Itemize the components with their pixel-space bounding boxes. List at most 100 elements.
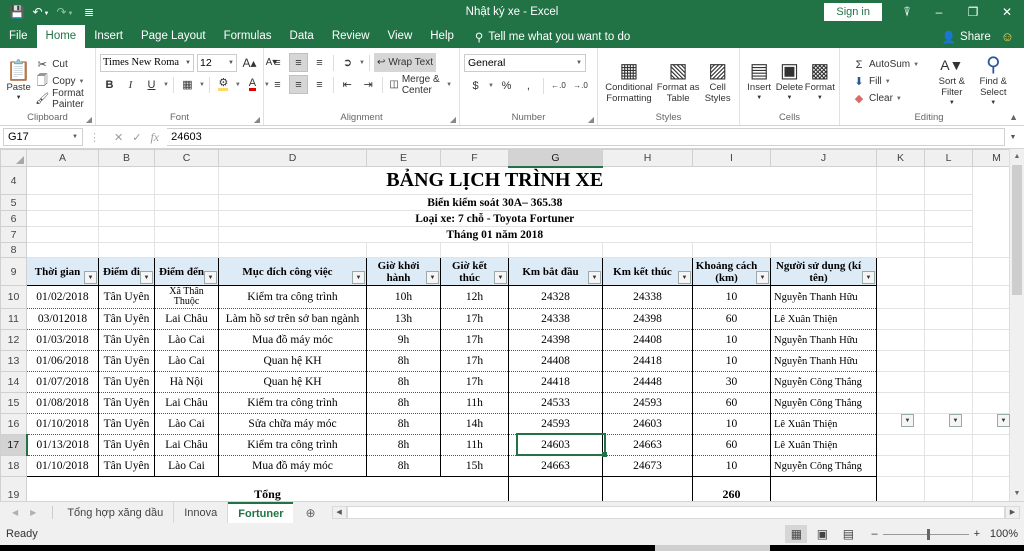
row-header-12[interactable]: 12 [0,329,27,351]
cell-k15[interactable] [876,392,925,414]
cell-km-ket-thuc[interactable]: 24448 [602,371,693,393]
cell-k10[interactable] [876,285,925,309]
fill-color-button[interactable]: ⚙ [214,75,233,94]
cell-diem-di[interactable]: Tân Uyên [98,350,155,372]
sort-filter-button[interactable]: A▼ Sort & Filter ▼ [931,54,972,109]
cell-a7[interactable] [26,226,99,243]
cell-km-ket-thuc[interactable]: 24603 [602,413,693,435]
borders-button[interactable]: ▦ [178,75,197,94]
cell-gio-khoi-hanh[interactable]: 8h [366,455,441,477]
align-bottom-button[interactable]: ≡ [310,53,329,72]
align-right-button[interactable]: ≡ [310,75,329,94]
cell-khoang-cach[interactable]: 10 [692,350,771,372]
select-all-button[interactable] [0,149,27,167]
decrease-decimal-button[interactable]: →.0 [571,76,590,95]
zoom-out-button[interactable]: – [871,528,877,540]
cell-thoi-gian[interactable]: 01/02/2018 [26,285,99,309]
cell-styles-button[interactable]: ▨ Cell Styles [700,60,735,104]
formula-input[interactable]: 24603 [167,128,1005,146]
align-middle-button[interactable]: ≡ [289,53,308,72]
vertical-scrollbar[interactable]: ▲ ▼ [1009,149,1024,501]
share-button[interactable]: 👤 Share [942,30,991,44]
cell-diem-den[interactable]: Lào Cai [154,329,219,351]
filter-dropdown-icon[interactable]: ▼ [678,271,691,284]
tab-file[interactable]: File [0,25,37,48]
total-value[interactable]: 260 [692,476,771,501]
column-header-f[interactable]: F [440,149,509,167]
cell-k8[interactable] [876,242,925,258]
row-header-16[interactable]: 16 [0,413,27,435]
filter-dropdown-icon-m[interactable]: ▼ [997,414,1010,427]
cell-g8[interactable] [508,242,603,258]
decrease-indent-button[interactable]: ⇤ [338,75,357,94]
cell-b7[interactable] [98,226,155,243]
align-left-button[interactable]: ≡ [268,75,287,94]
cell-m5[interactable] [924,194,973,211]
cell-k12[interactable] [876,329,925,351]
insert-cells-button[interactable]: ▤ Insert ▼ [744,60,774,104]
cell-km-bat-dau[interactable]: 24593 [508,413,603,435]
zoom-track[interactable] [882,528,969,540]
cell-nguoi-su-dung-total[interactable] [770,476,877,501]
zoom-slider[interactable]: – + [871,528,980,540]
cell-khoang-cach[interactable]: 10 [692,455,771,477]
cell-k4[interactable] [770,166,877,195]
sheet-subtitle-plate[interactable]: Biển kiểm soát 30A– 365.38 [218,194,771,211]
column-header-g[interactable]: G [508,149,603,168]
tab-view[interactable]: View [379,25,422,48]
cell-k6[interactable] [770,210,877,227]
cell-diem-den[interactable]: Lào Cai [154,413,219,435]
row-header-7[interactable]: 7 [0,226,27,243]
chevron-right-icon[interactable]: ▶ [30,508,36,517]
customize-qat-icon[interactable]: ≣ [78,2,100,22]
chevron-down-icon[interactable]: ▼ [163,82,169,88]
column-header-l[interactable]: L [924,149,973,167]
cell-km-bat-dau-selected[interactable]: 24603 [508,434,603,456]
column-header-e[interactable]: E [366,149,441,167]
cell-muc-dich[interactable]: Kiểm tra công trình [218,392,367,414]
column-header-h[interactable]: H [602,149,693,167]
conditional-formatting-button[interactable]: ▦ Conditional Formatting [602,60,656,104]
cell-e8[interactable] [366,242,441,258]
italic-button[interactable]: I [121,75,140,94]
cell-l9[interactable] [924,257,973,286]
filter-dropdown-icon[interactable]: ▼ [352,271,365,284]
row-header-9[interactable]: 9 [0,257,27,286]
font-size-input[interactable]: 12 ▼ [197,53,237,72]
sheet-tab-fortuner[interactable]: Fortuner [228,502,294,523]
format-as-table-button[interactable]: ▧ Format as Table [656,60,700,104]
hscroll-left-button[interactable]: ◀ [331,506,347,519]
chevron-left-icon[interactable]: ◀ [12,508,18,517]
cell-k18[interactable] [876,455,925,477]
sheet-title[interactable]: BẢNG LỊCH TRÌNH XE [218,166,771,195]
increase-indent-button[interactable]: ⇥ [359,75,378,94]
column-header-b[interactable]: B [98,149,155,167]
name-box[interactable]: G17 ▼ [3,128,83,146]
autosum-button[interactable]: Σ AutoSum ▼ [850,56,921,73]
cell-gio-khoi-hanh[interactable]: 8h [366,413,441,435]
cell-nguoi-su-dung[interactable]: Nguyễn Công Thắng [770,392,877,414]
tab-formulas[interactable]: Formulas [215,25,281,48]
cell-j8[interactable] [770,242,877,258]
filter-dropdown-icon[interactable]: ▼ [84,271,97,284]
fill-button[interactable]: ⬇ Fill ▼ [850,73,921,90]
tab-review[interactable]: Review [323,25,379,48]
cell-diem-den[interactable]: Xã Thân Thuộc [154,285,219,309]
cell-km-bat-dau[interactable]: 24418 [508,371,603,393]
cell-km-ket-thuc[interactable]: 24418 [602,350,693,372]
zoom-in-button[interactable]: + [974,528,980,540]
cell-khoang-cach[interactable]: 10 [692,413,771,435]
cell-c4[interactable] [154,166,219,195]
hscroll-right-button[interactable]: ▶ [1005,506,1020,519]
row-header-8[interactable]: 8 [0,242,27,258]
page-layout-view-icon[interactable]: ▣ [811,525,833,543]
cell-i8[interactable] [692,242,771,258]
tab-home[interactable]: Home [36,25,86,48]
cell-nguoi-su-dung[interactable]: Lê Xuân Thiện [770,413,877,435]
cell-diem-den[interactable]: Lai Châu [154,392,219,414]
table-header-km-bat-dau[interactable]: Km bắt đầu ▼ [508,257,603,286]
cell-c7[interactable] [154,226,219,243]
cell-nguoi-su-dung[interactable]: Nguyễn Thanh Hữu [770,350,877,372]
cell-nguoi-su-dung[interactable]: Nguyễn Công Thắng [770,371,877,393]
cell-km-ket-thuc[interactable]: 24663 [602,434,693,456]
